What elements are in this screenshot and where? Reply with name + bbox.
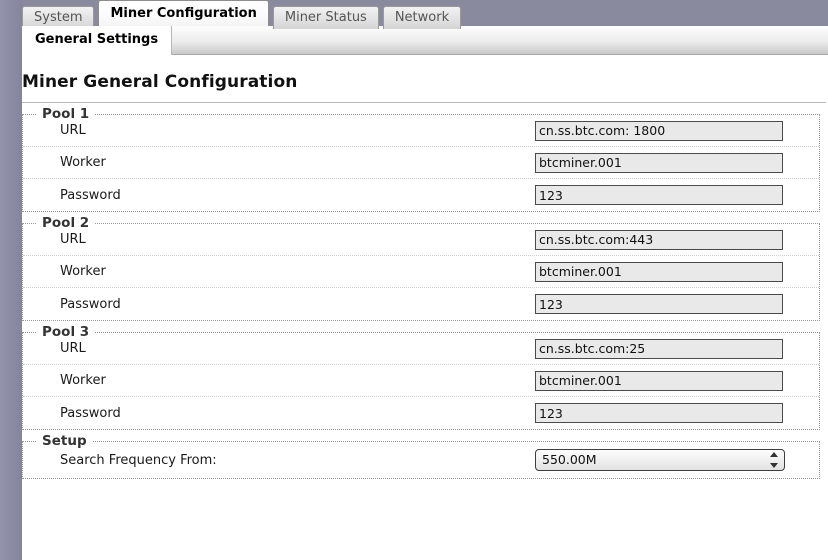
subtab-label: General Settings	[35, 32, 159, 47]
row-label: Search Frequency From:	[60, 452, 217, 468]
row-label: Worker	[60, 155, 106, 170]
tab-miner-status[interactable]: Miner Status	[272, 6, 379, 29]
row-label: Password	[60, 405, 121, 421]
fieldset-legend: Pool 1	[37, 106, 95, 122]
row-label: URL	[60, 341, 86, 356]
stepper-down-arrow-icon[interactable]	[770, 463, 778, 468]
row-label: URL	[60, 123, 86, 138]
tab-miner-configuration[interactable]: Miner Configuration	[98, 0, 269, 26]
subtab-general-settings[interactable]: General Settings	[22, 26, 173, 55]
main-tab-bar: System Miner Configuration Miner Status …	[22, 0, 465, 29]
fieldset-legend: Setup	[37, 433, 92, 449]
form-row-url: URL	[23, 224, 819, 256]
tab-label: Miner Configuration	[110, 6, 257, 21]
form-row-worker: Worker	[23, 147, 819, 179]
tab-label: Network	[394, 10, 450, 25]
left-rail	[0, 0, 22, 560]
stepper-up-arrow-icon[interactable]	[770, 452, 778, 457]
form-row-worker: Worker	[23, 365, 819, 397]
row-label: Password	[60, 187, 121, 203]
title-divider	[22, 102, 826, 103]
pool3-url-input[interactable]	[535, 338, 783, 359]
form-row-password: Password	[23, 179, 819, 211]
tab-label: Miner Status	[284, 10, 367, 25]
tab-label: System	[34, 10, 83, 25]
form-row-url: URL	[23, 333, 819, 365]
form-row-password: Password	[23, 288, 819, 320]
search-frequency-select-wrapper: 550.00M	[535, 449, 785, 471]
pool3-password-input[interactable]	[535, 403, 783, 423]
row-label: URL	[60, 232, 86, 247]
row-label: Worker	[60, 373, 106, 388]
sub-tab-bar: General Settings	[22, 26, 173, 56]
fieldset-legend: Pool 2	[37, 215, 95, 231]
pool1-password-input[interactable]	[535, 185, 783, 205]
pool2-url-input[interactable]	[535, 229, 783, 250]
fieldset-pool-2: Pool 2 URL Worker Password	[22, 215, 820, 321]
pool1-url-input[interactable]	[535, 120, 783, 141]
form-row-worker: Worker	[23, 256, 819, 288]
page-title: Miner General Configuration	[22, 72, 298, 92]
form-row-url: URL	[23, 115, 819, 147]
fieldset-setup: Setup Search Frequency From: 550.00M	[22, 433, 820, 479]
content-area: Miner General Configuration Pool 1 URL W…	[22, 56, 828, 560]
form-row-search-frequency: Search Frequency From: 550.00M	[23, 442, 819, 478]
pool1-worker-input[interactable]	[535, 152, 783, 173]
fieldset-pool-1: Pool 1 URL Worker Password	[22, 106, 820, 212]
form-row-password: Password	[23, 397, 819, 429]
pool2-worker-input[interactable]	[535, 261, 783, 282]
pool2-password-input[interactable]	[535, 294, 783, 314]
tab-network[interactable]: Network	[382, 6, 462, 29]
fieldset-pool-3: Pool 3 URL Worker Password	[22, 324, 820, 430]
left-rail-gradient	[0, 0, 22, 560]
search-frequency-stepper[interactable]	[769, 452, 779, 468]
fieldset-legend: Pool 3	[37, 324, 95, 340]
search-frequency-select[interactable]: 550.00M	[535, 449, 785, 471]
row-label: Password	[60, 296, 121, 312]
row-label: Worker	[60, 264, 106, 279]
pool3-worker-input[interactable]	[535, 370, 783, 391]
